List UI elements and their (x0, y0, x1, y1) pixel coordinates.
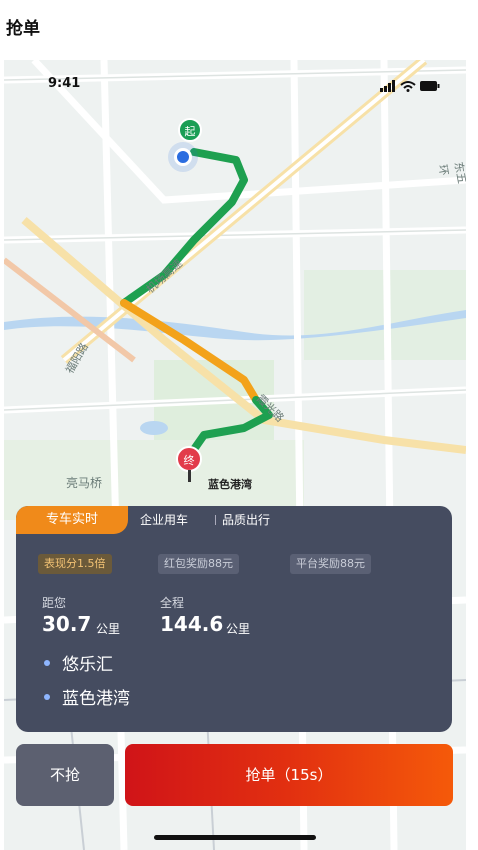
status-bar: 9:41 (4, 60, 466, 104)
status-time: 9:41 (48, 76, 81, 91)
tab-realtime[interactable]: 专车实时 (16, 506, 128, 534)
pickup-dot-icon (44, 660, 50, 666)
tag-divider (215, 515, 216, 525)
dropoff-place: 蓝色港湾 (62, 689, 130, 709)
dropoff-dot-icon (44, 694, 50, 700)
distance-label: 距您 (42, 596, 67, 610)
start-marker: 起 (178, 118, 202, 142)
signal-wifi-battery-icon (380, 80, 440, 92)
phone-screen: 机场高速 福阳路 东五环 霞光路 亮马桥 起 终 蓝色港湾 9:41 专车实时 … (4, 60, 466, 850)
decline-button[interactable]: 不抢 (16, 744, 114, 806)
pickup-place: 悠乐汇 (62, 655, 113, 675)
end-marker: 终 (176, 446, 202, 472)
distance-unit: 公里 (96, 622, 121, 636)
bonus-chip-score: 表现分1.5倍 (38, 554, 112, 574)
order-type-tabs: 专车实时 企业用车 品质出行 (16, 506, 452, 534)
total-unit: 公里 (226, 622, 251, 636)
road-label-3: 东五环 (435, 160, 466, 185)
order-card: 专车实时 企业用车 品质出行 表现分1.5倍 红包奖励88元 平台奖励88元 距… (16, 506, 452, 732)
page-title: 抢单 (6, 19, 40, 39)
home-indicator (154, 835, 316, 840)
status-icons (380, 77, 440, 96)
total-label: 全程 (160, 596, 185, 610)
bonus-chip-platform: 平台奖励88元 (290, 554, 371, 574)
tag-enterprise: 企业用车 (140, 513, 189, 527)
total-value: 144.6 (160, 612, 224, 636)
bonus-chip-redpacket: 红包奖励88元 (158, 554, 239, 574)
distance-value: 30.7 (42, 612, 92, 636)
current-location-icon (174, 148, 192, 166)
bridge-label: 亮马桥 (66, 476, 103, 490)
grab-order-button[interactable]: 抢单（15s） (125, 744, 453, 806)
tag-quality: 品质出行 (222, 513, 271, 527)
end-marker-pin (188, 470, 191, 482)
destination-label: 蓝色港湾 (208, 478, 252, 491)
